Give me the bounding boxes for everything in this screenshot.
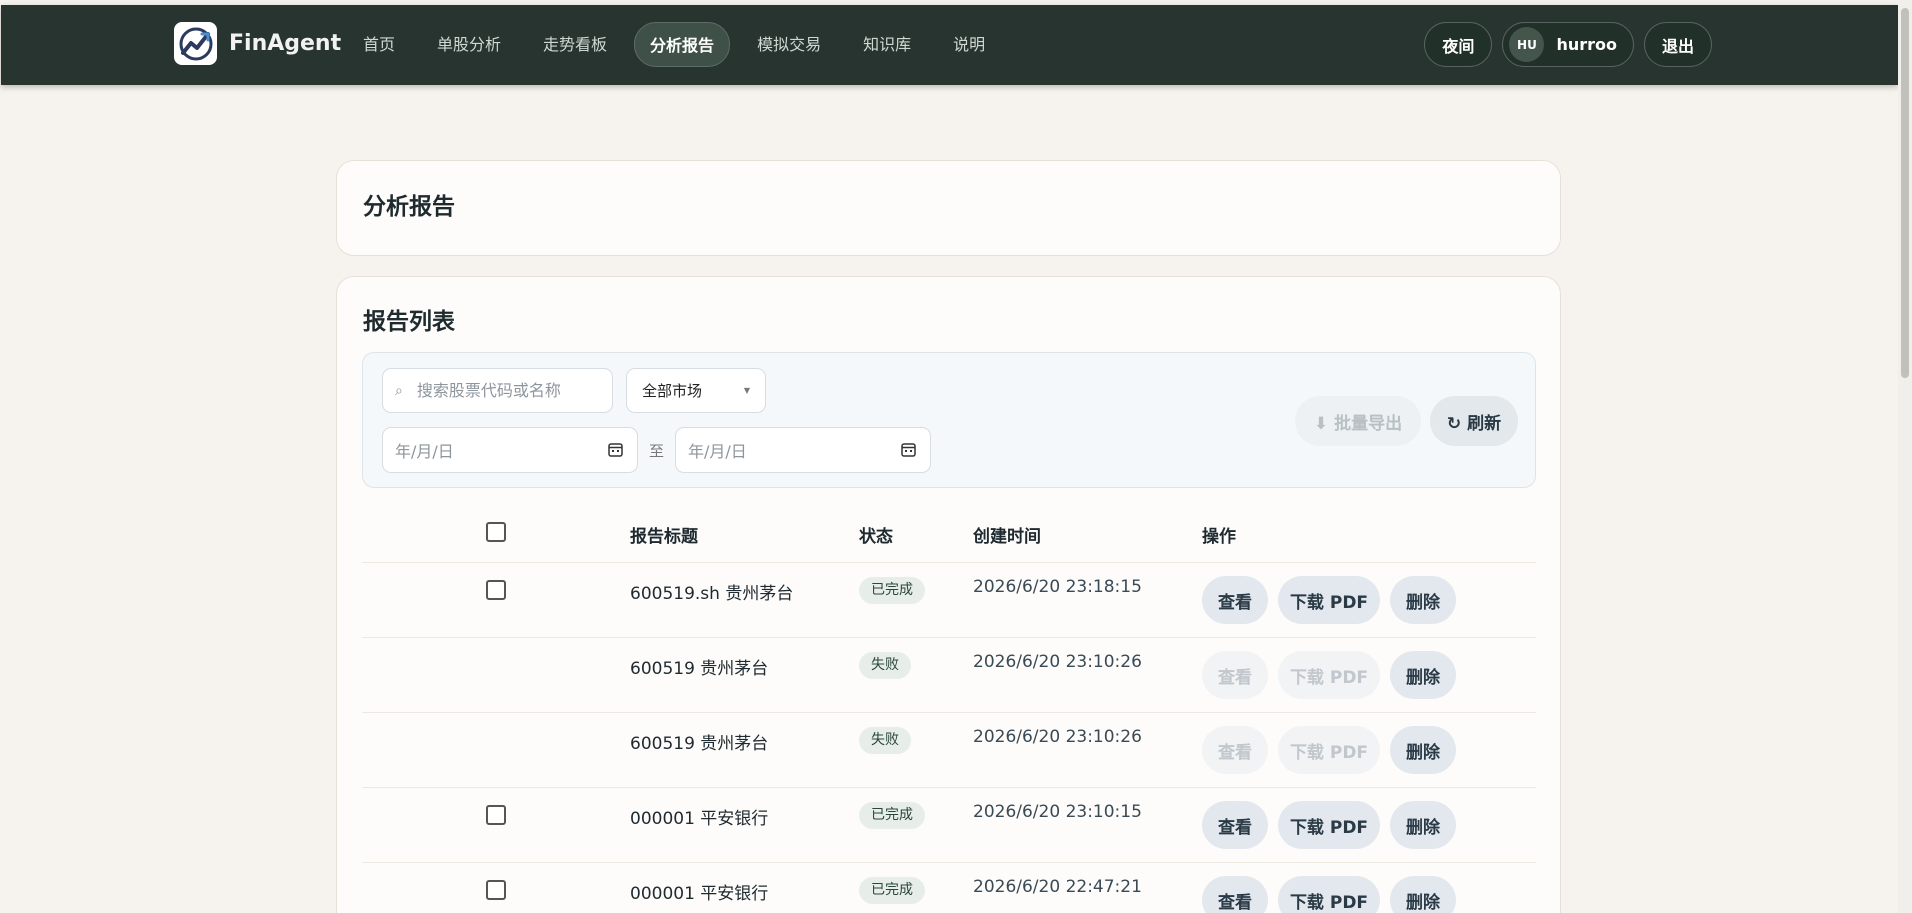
view-button[interactable]: 查看 bbox=[1202, 876, 1268, 913]
created-time: 2026/6/20 23:18:15 bbox=[973, 577, 1142, 597]
page-header-card: 分析报告 bbox=[336, 160, 1561, 256]
view-button[interactable]: 查看 bbox=[1202, 801, 1268, 849]
calendar-icon[interactable] bbox=[608, 442, 623, 461]
view-button[interactable]: 查看 bbox=[1202, 726, 1268, 774]
report-list-title: 报告列表 bbox=[363, 309, 455, 335]
row-actions: 查看 下载 PDF 删除 bbox=[1202, 651, 1466, 699]
download-pdf-button[interactable]: 下载 PDF bbox=[1278, 726, 1380, 774]
created-time: 2026/6/20 23:10:26 bbox=[973, 727, 1142, 747]
report-list-card: 报告列表 ⌕ 全部市场 ▼ 年/月/日 至 年/月/日 ⬇ 批量导出 ↻ 刷新 bbox=[336, 276, 1561, 913]
date-to-input[interactable]: 年/月/日 bbox=[675, 427, 931, 473]
table-row: 000001 平安银行 已完成 2026/6/20 23:10:15 查看 下载… bbox=[362, 788, 1536, 863]
row-checkbox[interactable] bbox=[486, 880, 506, 900]
status-badge: 失败 bbox=[859, 727, 911, 754]
download-pdf-button[interactable]: 下载 PDF bbox=[1278, 651, 1380, 699]
username: hurroo bbox=[1556, 35, 1617, 54]
row-actions: 查看 下载 PDF 删除 bbox=[1202, 801, 1466, 849]
table-row: 600519 贵州茅台 失败 2026/6/20 23:10:26 查看 下载 … bbox=[362, 713, 1536, 788]
user-tools: 夜间 HU hurroo 退出 bbox=[1424, 22, 1712, 67]
nav-item-sim-trading[interactable]: 模拟交易 bbox=[742, 22, 836, 67]
table-header: 报告标题 状态 创建时间 操作 bbox=[362, 502, 1536, 563]
created-time: 2026/6/20 22:47:21 bbox=[973, 877, 1142, 897]
market-select[interactable]: 全部市场 ▼ bbox=[626, 368, 766, 413]
row-checkbox[interactable] bbox=[486, 580, 506, 600]
delete-button[interactable]: 删除 bbox=[1390, 576, 1456, 624]
report-title[interactable]: 000001 平安银行 bbox=[630, 804, 768, 829]
row-actions: 查看 下载 PDF 删除 bbox=[1202, 576, 1466, 624]
batch-export-button[interactable]: ⬇ 批量导出 bbox=[1295, 396, 1421, 446]
row-checkbox[interactable] bbox=[486, 805, 506, 825]
date-from-input[interactable]: 年/月/日 bbox=[382, 427, 638, 473]
column-header-title: 报告标题 bbox=[630, 527, 698, 547]
search-icon: ⌕ bbox=[395, 382, 403, 399]
view-button[interactable]: 查看 bbox=[1202, 576, 1268, 624]
report-title[interactable]: 000001 平安银行 bbox=[630, 879, 768, 904]
filter-panel: ⌕ 全部市场 ▼ 年/月/日 至 年/月/日 ⬇ 批量导出 ↻ 刷新 bbox=[362, 352, 1536, 488]
table-row: 000001 平安银行 已完成 2026/6/20 22:47:21 查看 下载… bbox=[362, 863, 1536, 913]
top-navbar: FinAgent 首页 单股分析 走势看板 分析报告 模拟交易 知识库 说明 夜… bbox=[1, 5, 1898, 85]
brand-name: FinAgent bbox=[229, 31, 342, 56]
report-table: 报告标题 状态 创建时间 操作 600519.sh 贵州茅台 已完成 2026/… bbox=[362, 502, 1536, 913]
calendar-icon[interactable] bbox=[901, 442, 916, 461]
logout-button[interactable]: 退出 bbox=[1643, 22, 1712, 67]
search-box[interactable]: ⌕ bbox=[382, 368, 613, 413]
created-time: 2026/6/20 23:10:15 bbox=[973, 802, 1142, 822]
nav-item-knowledge-base[interactable]: 知识库 bbox=[848, 22, 926, 67]
delete-button[interactable]: 删除 bbox=[1390, 876, 1456, 913]
row-actions: 查看 下载 PDF 删除 bbox=[1202, 726, 1466, 774]
nav-item-home[interactable]: 首页 bbox=[348, 22, 410, 67]
column-header-status: 状态 bbox=[859, 527, 893, 547]
refresh-button[interactable]: ↻ 刷新 bbox=[1430, 396, 1518, 446]
search-input[interactable] bbox=[416, 381, 587, 400]
select-all-checkbox[interactable] bbox=[486, 522, 506, 542]
date-range-separator: 至 bbox=[649, 442, 665, 460]
status-badge: 失败 bbox=[859, 652, 911, 679]
user-menu[interactable]: HU hurroo bbox=[1502, 22, 1634, 67]
status-badge: 已完成 bbox=[859, 877, 925, 904]
delete-button[interactable]: 删除 bbox=[1390, 801, 1456, 849]
avatar: HU bbox=[1509, 27, 1545, 62]
download-pdf-button[interactable]: 下载 PDF bbox=[1278, 576, 1380, 624]
delete-button[interactable]: 删除 bbox=[1390, 726, 1456, 774]
brand-logo-icon bbox=[174, 22, 217, 65]
main-nav: 首页 单股分析 走势看板 分析报告 模拟交易 知识库 说明 bbox=[348, 22, 1012, 67]
created-time: 2026/6/20 23:10:26 bbox=[973, 652, 1142, 672]
date-from-placeholder: 年/月/日 bbox=[395, 442, 454, 461]
download-pdf-button[interactable]: 下载 PDF bbox=[1278, 801, 1380, 849]
row-actions: 查看 下载 PDF 删除 bbox=[1202, 876, 1466, 913]
report-title[interactable]: 600519.sh 贵州茅台 bbox=[630, 579, 793, 604]
nav-item-reports[interactable]: 分析报告 bbox=[634, 22, 731, 67]
chevron-down-icon: ▼ bbox=[743, 386, 750, 395]
table-row: 600519 贵州茅台 失败 2026/6/20 23:10:26 查看 下载 … bbox=[362, 638, 1536, 713]
view-button[interactable]: 查看 bbox=[1202, 651, 1268, 699]
nav-item-help[interactable]: 说明 bbox=[938, 22, 1000, 67]
brand[interactable]: FinAgent bbox=[174, 22, 341, 65]
page-scrollbar[interactable] bbox=[1898, 0, 1912, 913]
delete-button[interactable]: 删除 bbox=[1390, 651, 1456, 699]
page-title: 分析报告 bbox=[363, 194, 455, 220]
table-row: 600519.sh 贵州茅台 已完成 2026/6/20 23:18:15 查看… bbox=[362, 563, 1536, 638]
date-to-placeholder: 年/月/日 bbox=[688, 442, 747, 461]
report-title[interactable]: 600519 贵州茅台 bbox=[630, 654, 768, 679]
nav-item-trend-board[interactable]: 走势看板 bbox=[528, 22, 622, 67]
report-title[interactable]: 600519 贵州茅台 bbox=[630, 729, 768, 754]
status-badge: 已完成 bbox=[859, 577, 925, 604]
status-badge: 已完成 bbox=[859, 802, 925, 829]
column-header-ops: 操作 bbox=[1202, 527, 1236, 547]
scrollbar-thumb[interactable] bbox=[1901, 8, 1909, 378]
download-pdf-button[interactable]: 下载 PDF bbox=[1278, 876, 1380, 913]
night-mode-button[interactable]: 夜间 bbox=[1424, 22, 1493, 67]
column-header-created: 创建时间 bbox=[973, 527, 1041, 547]
market-select-value: 全部市场 bbox=[642, 382, 703, 400]
nav-item-stock-analysis[interactable]: 单股分析 bbox=[422, 22, 516, 67]
